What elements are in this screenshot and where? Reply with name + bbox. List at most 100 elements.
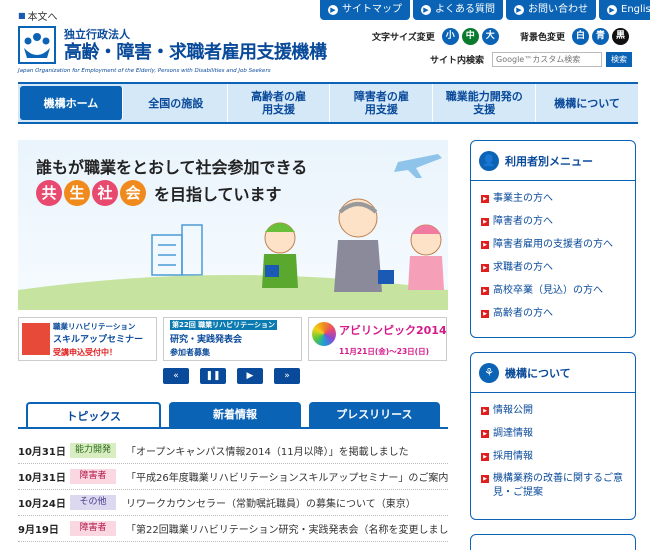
tab-press-release[interactable]: プレスリリース	[308, 402, 440, 428]
english-link[interactable]: ▶ English	[599, 0, 650, 20]
news-list: 10月31日 能力開発 「オープンキャンパス情報2014（11月以降）」を掲載し…	[18, 438, 448, 542]
nav-skills-development[interactable]: 職業能力開発の支援	[433, 84, 537, 122]
utility-nav: ▶ サイトマップ ▶ よくある質問 ▶ お問い合わせ ▶ English	[320, 0, 650, 20]
nav-elderly-support[interactable]: 高齢者の雇用支援	[228, 84, 331, 122]
bg-black-button[interactable]: 黒	[612, 28, 630, 45]
organization-logo-icon	[18, 26, 56, 64]
user-menu-job-seekers[interactable]: ▶ 求職者の方へ	[481, 256, 635, 279]
nav-home[interactable]: 機構ホーム	[20, 86, 123, 120]
banner-research-presentation[interactable]: 第22回 職業リハビリテーション 研究・実践発表会 参加者募集	[163, 317, 302, 361]
arrow-right-icon: ▶	[481, 407, 489, 415]
user-menu-elderly[interactable]: ▶ 高齢者の方へ	[481, 302, 635, 325]
search-input[interactable]	[492, 52, 603, 67]
nav-about[interactable]: 機構について	[536, 84, 638, 122]
faq-link[interactable]: ▶ よくある質問	[413, 0, 503, 20]
user-menu-disabled-persons[interactable]: ▶ 障害者の方へ	[481, 210, 635, 233]
banner-line: 参加者募集	[170, 348, 210, 357]
arrow-right-icon: ▶	[481, 241, 489, 249]
news-category-badge: 障害者	[70, 521, 116, 536]
menu-label: 調達情報	[493, 428, 533, 439]
worker-green-figure	[262, 222, 298, 288]
logo-english-name: Japan Organization for Employment of the…	[18, 68, 271, 74]
about-panel: ⚘ 機構について ▶ 情報公開 ▶ 調達情報 ▶ 採用情報 ▶ 機構業務の改善に関するご…	[470, 352, 636, 520]
site-logo[interactable]: 独立行政法人 高齢・障害・求職者雇用支援機構 Japan Organizatio…	[18, 24, 327, 74]
hero-banner[interactable]: 誰もが職業をとおして社会参加できる 共 生 社 会 を目指しています	[18, 140, 448, 310]
logo-title: 高齢・障害・求職者雇用支援機構	[64, 42, 327, 63]
about-title: 機構について	[505, 366, 571, 380]
carousel-prev-button[interactable]: «	[163, 368, 189, 384]
news-category-badge: 能力開発	[70, 443, 116, 458]
font-size-medium-button[interactable]: 中	[461, 28, 479, 45]
seminar-icon	[22, 323, 50, 355]
nav-disability-support[interactable]: 障害者の雇用支援	[330, 84, 434, 122]
news-date: 10月24日	[18, 499, 66, 510]
about-disclosure[interactable]: ▶ 情報公開	[481, 399, 635, 422]
banner-line: 11月21日(金)〜23日(日)	[339, 347, 430, 356]
skip-label: 本文へ	[27, 12, 58, 23]
contact-link[interactable]: ▶ お問い合わせ	[506, 0, 596, 20]
user-menu-title: 利用者別メニュー	[505, 154, 593, 168]
search-button[interactable]: 検索	[606, 52, 633, 67]
bg-blue-button[interactable]: 青	[592, 28, 610, 45]
font-size-large-button[interactable]: 大	[481, 28, 499, 45]
banner-skillup-seminar[interactable]: 職業リハビリテーション スキルアップセミナー 受講申込受付中！	[18, 317, 157, 361]
news-title-link[interactable]: 「第22回職業リハビリテーション研究・実践発表会（名称を変更しまし	[126, 521, 448, 536]
arrow-right-icon: ▶	[481, 264, 489, 272]
user-menu-header: 👤 利用者別メニュー	[471, 141, 635, 181]
about-feedback[interactable]: ▶ 機構業務の改善に関するご意見・ご提案	[481, 468, 635, 502]
carousel-next-button[interactable]: »	[274, 368, 300, 384]
news-date: 10月31日	[18, 447, 66, 458]
tab-topics[interactable]: トピックス	[26, 402, 162, 428]
nav-skills-label: 職業能力開発の支援	[445, 90, 523, 116]
arrow-right-icon: ▶	[481, 195, 489, 203]
user-menu-disability-supporters[interactable]: ▶ 障害者雇用の支援者の方へ	[481, 233, 635, 256]
background-color-switcher: 背景色変更 白 青 黒	[520, 28, 630, 45]
user-menu-panel: 👤 利用者別メニュー ▶ 事業主の方へ ▶ 障害者の方へ ▶ 障害者雇用の支援者の方へ…	[470, 140, 636, 338]
about-procurement[interactable]: ▶ 調達情報	[481, 422, 635, 445]
hero-illustration	[18, 154, 448, 310]
skip-to-content-link[interactable]: ■ 本文へ	[18, 8, 58, 23]
building-icon	[151, 224, 203, 276]
english-label: English	[621, 4, 650, 15]
more-panel	[470, 534, 636, 550]
feature-banners: 職業リハビリテーション スキルアップセミナー 受講申込受付中！ 第22回 職業リ…	[18, 317, 448, 361]
arrow-right-icon: ▶	[481, 310, 489, 318]
arrow-right-icon: ▶	[481, 475, 489, 483]
bg-white-button[interactable]: 白	[572, 28, 590, 45]
carousel-pause-button[interactable]: ❚❚	[200, 368, 226, 384]
banner-abilympics[interactable]: アビリンピック2014 11月21日(金)〜23日(日)	[308, 317, 447, 361]
banner-line: 第22回 職業リハビリテーション	[170, 320, 278, 330]
banner-line: 受講申込受付中！	[53, 348, 117, 357]
menu-label: 障害者雇用の支援者の方へ	[493, 239, 613, 250]
nav-facilities[interactable]: 全国の施設	[125, 84, 228, 122]
about-recruitment[interactable]: ▶ 採用情報	[481, 445, 635, 468]
arrow-right-icon: ▶	[481, 218, 489, 226]
user-menu-employers[interactable]: ▶ 事業主の方へ	[481, 187, 635, 210]
arrow-right-icon: ▶	[328, 5, 338, 15]
menu-label: 高校卒業（見込）の方へ	[493, 285, 603, 296]
sitemap-link[interactable]: ▶ サイトマップ	[320, 0, 410, 20]
search-label: サイト内検索	[430, 56, 485, 66]
organization-logo-icon: ⚘	[479, 362, 499, 383]
menu-label: 障害者の方へ	[493, 216, 553, 227]
person-icon: 👤	[479, 150, 499, 171]
arrow-right-icon: ▶	[481, 453, 489, 461]
news-tabs: トピックス 新着情報 プレスリリース	[26, 402, 440, 428]
menu-label: 情報公開	[493, 405, 533, 416]
news-date: 9月19日	[18, 525, 59, 536]
arrow-right-icon: ▶	[514, 5, 524, 15]
banner-line: スキルアップセミナー	[53, 335, 144, 345]
news-title-link[interactable]: 「オープンキャンパス情報2014（11月以降）」を掲載しました	[126, 443, 448, 458]
font-size-small-button[interactable]: 小	[441, 28, 459, 45]
tab-new-info[interactable]: 新着情報	[169, 402, 301, 428]
arrow-right-icon: ▶	[607, 5, 617, 15]
elderly-man-figure	[334, 198, 394, 292]
arrow-right-icon: ▶	[481, 287, 489, 295]
user-menu-high-school-graduates[interactable]: ▶ 高校卒業（見込）の方へ	[481, 279, 635, 302]
news-row: 9月19日 障害者 「第22回職業リハビリテーション研究・実践発表会（名称を変更…	[18, 516, 448, 542]
bg-color-label: 背景色変更	[520, 33, 566, 43]
news-title-link[interactable]: リワークカウンセラー（常勤嘱託職員）の募集について（東京）	[126, 495, 448, 510]
news-category-badge: その他	[70, 495, 116, 510]
carousel-play-button[interactable]: ▶	[237, 368, 263, 384]
news-title-link[interactable]: 「平成26年度職業リハビリテーションスキルアップセミナー」のご案内	[126, 469, 448, 484]
